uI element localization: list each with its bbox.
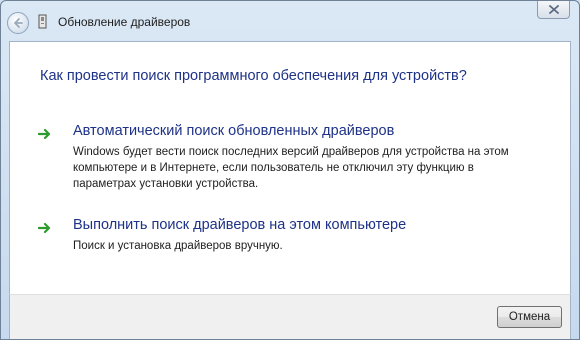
page-heading: Как провести поиск программного обеспече… bbox=[40, 68, 467, 84]
cancel-button[interactable]: Отмена bbox=[497, 306, 562, 328]
option-browse-computer-description: Поиск и установка драйверов вручную. bbox=[73, 240, 283, 252]
driver-update-window: Обновление драйверов Как провести поиск … bbox=[0, 0, 580, 340]
close-button[interactable] bbox=[537, 1, 570, 19]
option-browse-computer-title[interactable]: Выполнить поиск драйверов на этом компью… bbox=[73, 217, 406, 233]
close-icon bbox=[549, 5, 559, 14]
option-auto-search-title[interactable]: Автоматический поиск обновленных драйвер… bbox=[73, 123, 394, 139]
back-button[interactable] bbox=[7, 12, 29, 34]
green-arrow-icon bbox=[38, 222, 51, 234]
device-driver-icon bbox=[38, 14, 47, 29]
title-bar: Обновление драйверов bbox=[1, 1, 579, 41]
option-auto-search[interactable]: Автоматический поиск обновленных драйвер… bbox=[38, 123, 558, 190]
content-panel: Как провести поиск программного обеспече… bbox=[9, 41, 571, 294]
option-browse-computer[interactable]: Выполнить поиск драйверов на этом компью… bbox=[38, 217, 558, 257]
footer-bar: Отмена bbox=[9, 294, 571, 339]
window-title: Обновление драйверов bbox=[58, 15, 191, 29]
back-arrow-icon bbox=[14, 18, 23, 28]
green-arrow-icon bbox=[38, 128, 51, 140]
option-auto-search-description: Windows будет вести поиск последних верс… bbox=[73, 146, 509, 190]
